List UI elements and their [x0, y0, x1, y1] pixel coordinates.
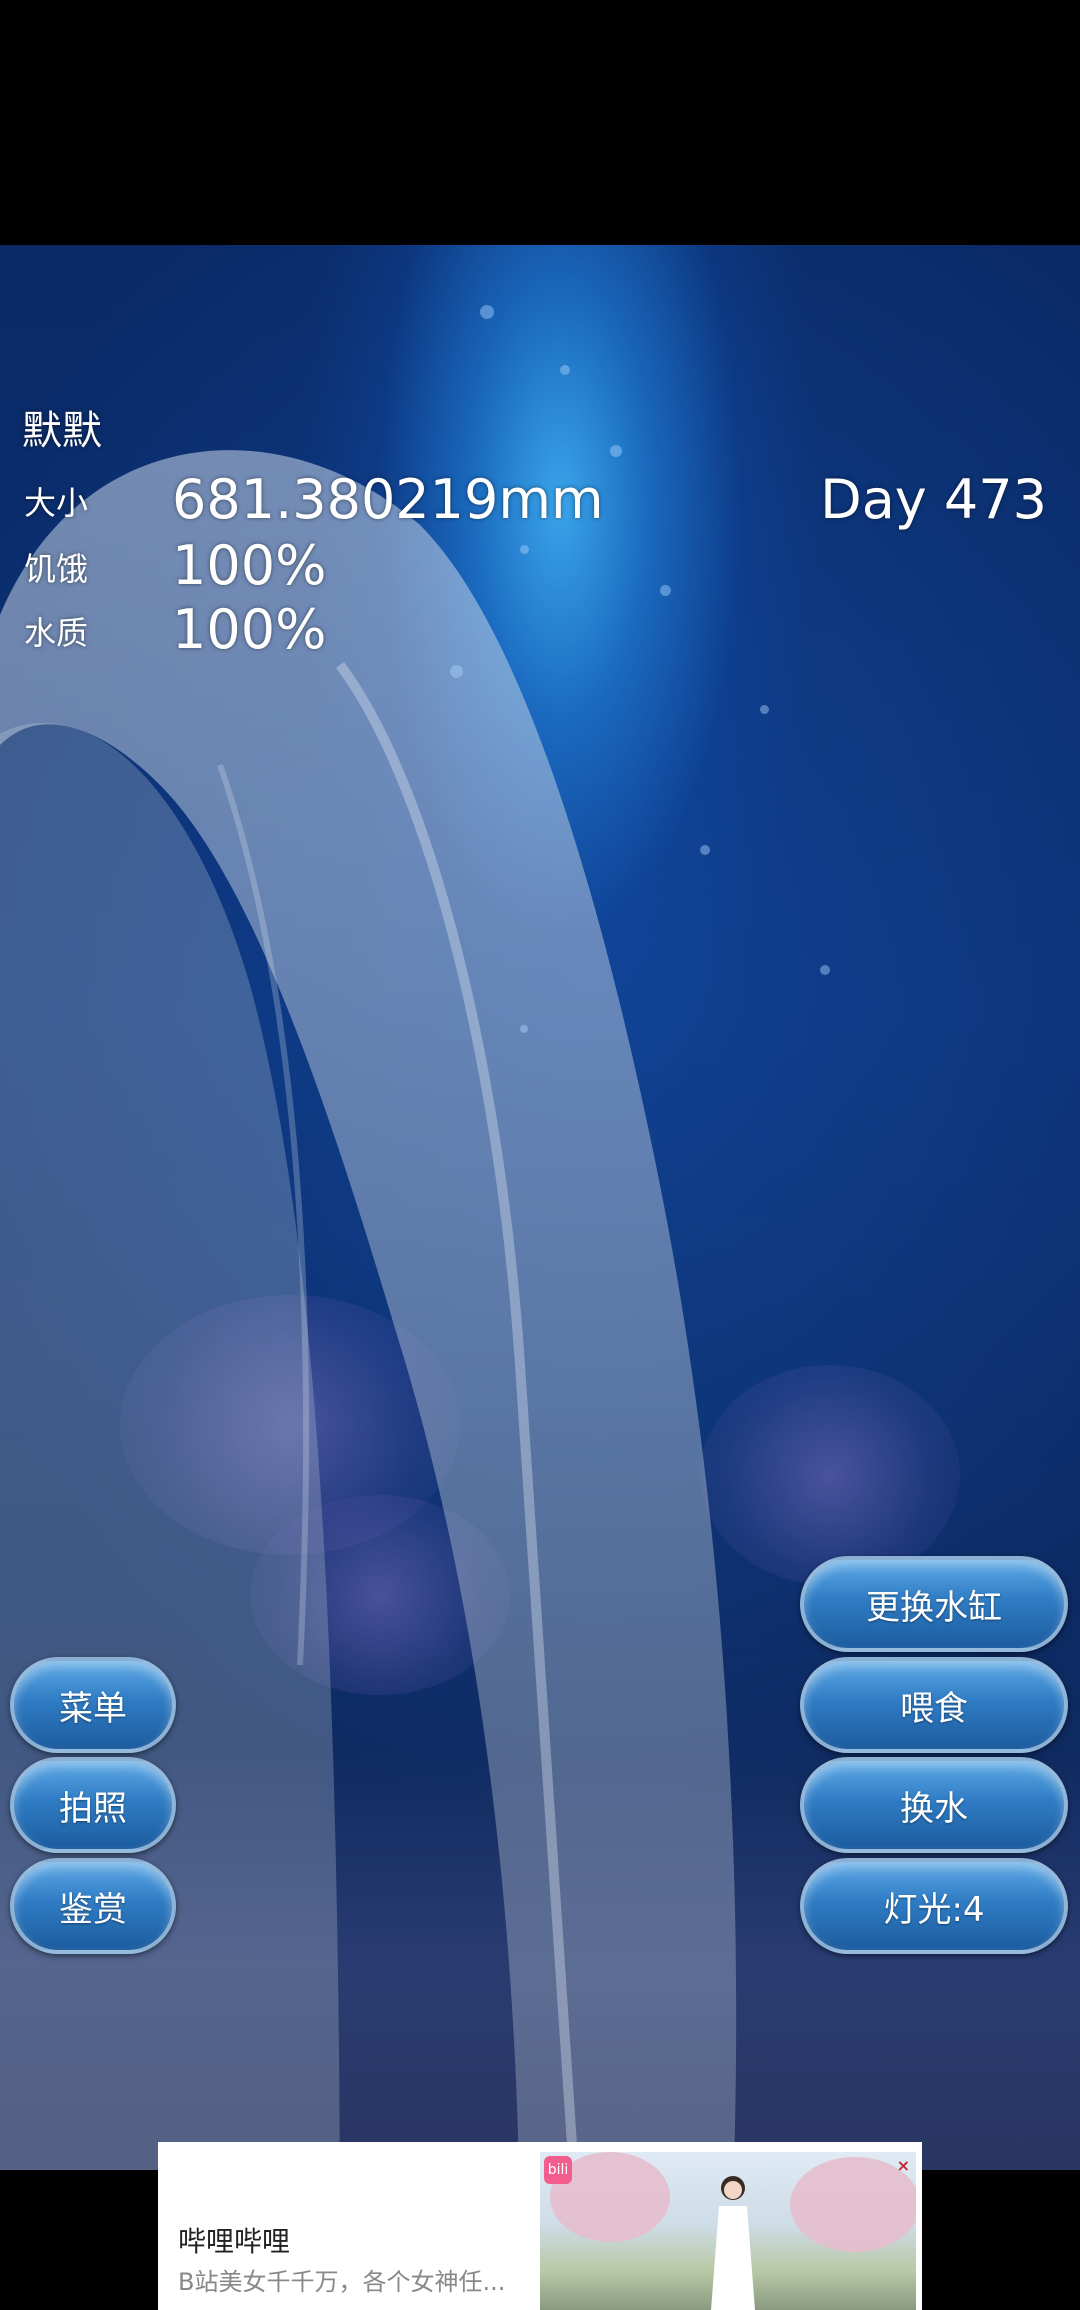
- bubble: [610, 445, 622, 457]
- water-quality-value: 100%: [172, 598, 327, 661]
- ad-image-person: [711, 2176, 755, 2310]
- bubble: [450, 665, 463, 678]
- change-water-button[interactable]: 换水: [800, 1757, 1068, 1853]
- bubble: [560, 365, 570, 375]
- change-tank-button[interactable]: 更换水缸: [800, 1556, 1068, 1652]
- ad-description: B站美女千千万，各个女神任...: [178, 2268, 506, 2296]
- ad-title: 哔哩哔哩: [178, 2225, 291, 2258]
- ad-image[interactable]: bili ×: [540, 2152, 916, 2310]
- status-bar-area: [0, 0, 1080, 245]
- bubble: [700, 845, 710, 855]
- pet-name: 默默: [22, 408, 102, 454]
- feed-button[interactable]: 喂食: [800, 1657, 1068, 1753]
- hunger-label: 饥饿: [24, 550, 89, 588]
- game-screen: 默默 大小 681.380219mm Day 473 饥饿 100% 水质 10…: [0, 0, 1080, 2310]
- bubble: [820, 965, 830, 975]
- bubble: [520, 545, 529, 554]
- close-icon[interactable]: ×: [897, 2156, 910, 2175]
- gallery-button[interactable]: 鉴赏: [10, 1858, 176, 1954]
- bubble: [660, 585, 671, 596]
- day-counter: Day 473: [820, 468, 1047, 531]
- light-button[interactable]: 灯光:4: [800, 1858, 1068, 1954]
- bubble: [520, 1025, 528, 1033]
- bubble: [760, 705, 769, 714]
- hunger-value: 100%: [172, 534, 327, 597]
- ad-banner[interactable]: 哔哩哔哩 B站美女千千万，各个女神任... bili ×: [158, 2142, 922, 2310]
- bubble: [480, 305, 494, 319]
- photo-button[interactable]: 拍照: [10, 1757, 176, 1853]
- size-value: 681.380219mm: [172, 468, 604, 531]
- water-quality-label: 水质: [24, 614, 89, 652]
- size-label: 大小: [24, 484, 89, 522]
- menu-button[interactable]: 菜单: [10, 1657, 176, 1753]
- bilibili-app-icon: bili: [544, 2156, 572, 2184]
